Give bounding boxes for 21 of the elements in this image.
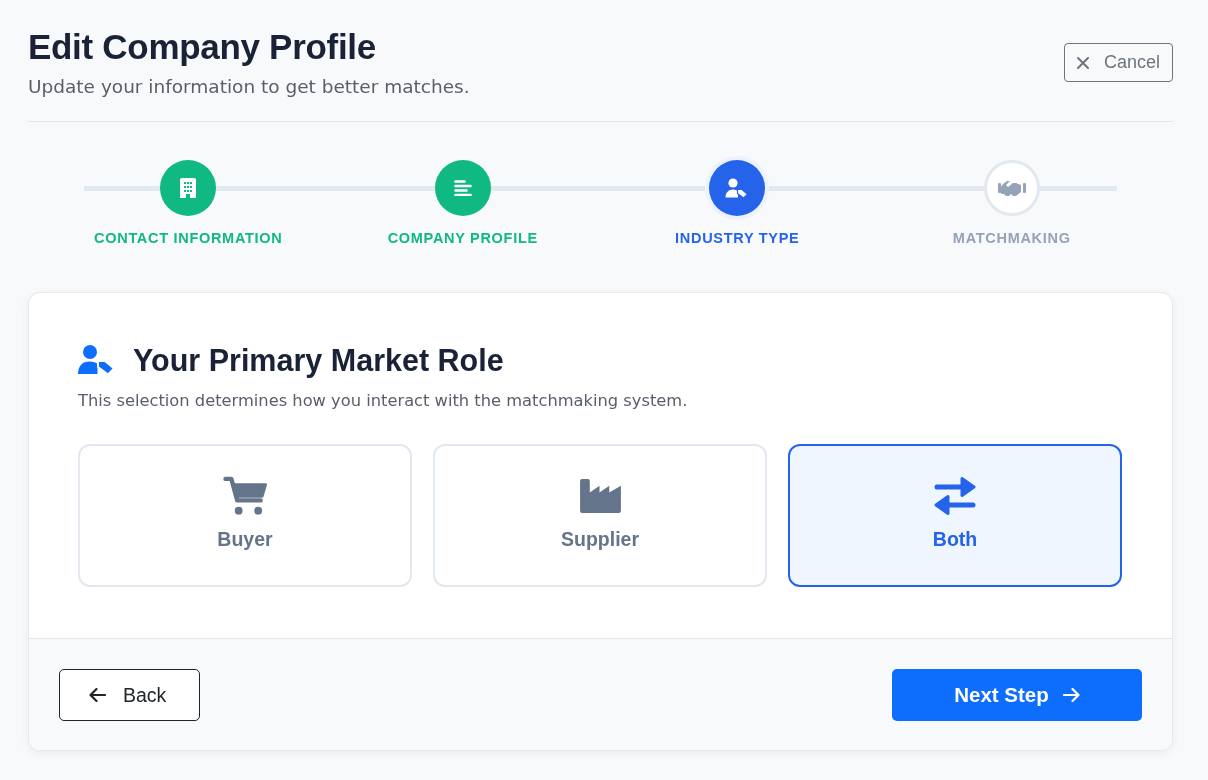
swap-arrows-icon (934, 476, 976, 516)
section-description: This selection determines how you interact with the matchmaking system. (78, 390, 689, 412)
back-button[interactable]: Back (59, 669, 200, 721)
step-label: CONTACT INFORMATION (94, 229, 283, 247)
factory-icon (579, 479, 621, 514)
role-option[interactable]: Buyer (78, 444, 412, 587)
page-title: Edit Company Profile (28, 27, 377, 67)
section-title: Your Primary Market Role (133, 342, 504, 378)
step-label: MATCHMAKING (952, 229, 1071, 247)
next-step-button[interactable]: Next Step (892, 669, 1142, 721)
role-option[interactable]: Supplier (433, 444, 767, 587)
step-label: INDUSTRY TYPE (675, 229, 800, 247)
arrow-right-icon (1062, 688, 1080, 702)
role-option[interactable]: Both (788, 444, 1122, 587)
page-subtitle: Update your information to get better matches. (28, 75, 470, 99)
step-label: COMPANY PROFILE (387, 229, 538, 247)
close-icon (1076, 56, 1089, 69)
arrow-left-icon (89, 688, 106, 702)
user-tag-icon (78, 345, 116, 375)
cancel-button[interactable]: Cancel (1063, 43, 1173, 82)
cart-icon (222, 476, 268, 516)
